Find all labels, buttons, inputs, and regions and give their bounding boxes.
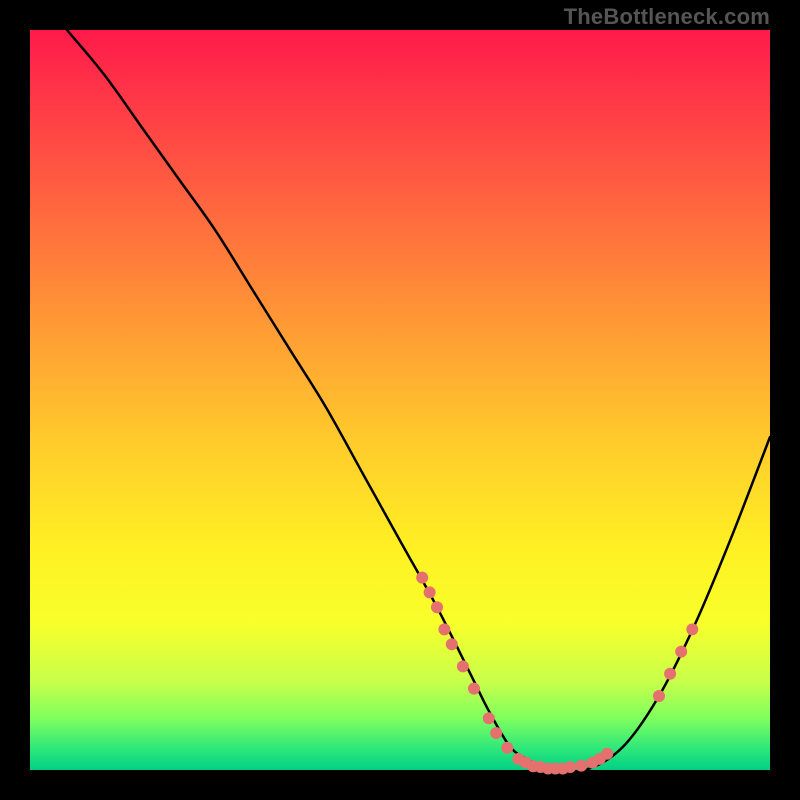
data-marker <box>501 742 513 754</box>
data-marker <box>457 660 469 672</box>
data-marker <box>431 601 443 613</box>
data-marker <box>601 748 613 760</box>
data-marker <box>575 760 587 772</box>
chart-svg <box>30 30 770 770</box>
data-marker <box>664 668 676 680</box>
data-marker <box>564 761 576 773</box>
data-marker <box>468 683 480 695</box>
data-marker <box>416 572 428 584</box>
data-marker <box>446 638 458 650</box>
chart-plot-area <box>30 30 770 770</box>
data-markers <box>416 572 698 775</box>
attribution-label: TheBottleneck.com <box>564 4 770 30</box>
data-marker <box>424 586 436 598</box>
data-marker <box>438 623 450 635</box>
data-marker <box>653 690 665 702</box>
data-marker <box>675 646 687 658</box>
bottleneck-curve <box>67 30 770 772</box>
data-marker <box>483 712 495 724</box>
data-marker <box>686 623 698 635</box>
chart-frame: TheBottleneck.com <box>0 0 800 800</box>
data-marker <box>490 727 502 739</box>
